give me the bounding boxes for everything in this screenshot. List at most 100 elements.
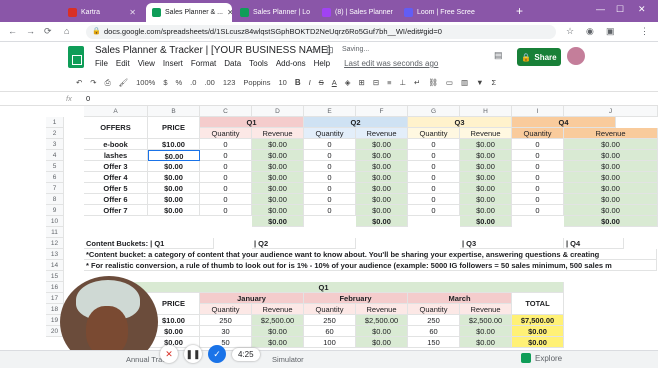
quantity-cell[interactable]: 0 <box>408 150 460 161</box>
quantity-cell[interactable]: 0 <box>408 183 460 194</box>
menu-addons[interactable]: Add-ons <box>276 59 306 68</box>
quantity-header[interactable]: Quantity <box>200 304 252 315</box>
revenue-cell[interactable]: $0.00 <box>564 194 658 205</box>
comments-icon[interactable]: ▤ <box>494 50 503 61</box>
last-edit-link[interactable]: Last edit was seconds ago <box>344 59 438 68</box>
revenue-cell[interactable]: $0.00 <box>252 326 304 337</box>
quantity-cell[interactable]: 0 <box>200 150 252 161</box>
font-size-select[interactable]: 10 <box>278 78 286 87</box>
revenue-cell[interactable]: $0.00 <box>564 172 658 183</box>
decrease-decimal-button[interactable]: .0 <box>190 78 196 87</box>
revenue-cell[interactable]: $0.00 <box>460 194 512 205</box>
revenue-cell[interactable]: $0.00 <box>252 194 304 205</box>
offers-header[interactable]: OFFERS <box>84 117 148 139</box>
row-header[interactable]: 12 <box>46 238 64 249</box>
home-icon[interactable]: ⌂ <box>64 26 69 36</box>
quantity-cell[interactable]: 0 <box>200 183 252 194</box>
bucket-q2[interactable]: | Q2 <box>252 238 356 249</box>
offer-cell[interactable]: e-book <box>84 139 148 150</box>
quantity-cell[interactable]: 0 <box>512 194 564 205</box>
browser-tab[interactable]: (8) | Sales Planner✕ <box>316 3 396 22</box>
revenue-cell[interactable]: $0.00 <box>460 139 512 150</box>
browser-menu-icon[interactable]: ⋮ <box>640 26 649 37</box>
quantity-cell[interactable]: 0 <box>304 172 356 183</box>
fill-color-icon[interactable]: ◈ <box>345 78 351 87</box>
total-cell[interactable]: $0.00 <box>512 326 564 337</box>
revenue-cell[interactable]: $0.00 <box>460 150 512 161</box>
row-header[interactable]: 9 <box>46 205 64 216</box>
revenue-cell[interactable]: $2,500.00 <box>356 315 408 326</box>
revenue-cell[interactable]: $0.00 <box>564 139 658 150</box>
menu-insert[interactable]: Insert <box>163 59 183 68</box>
row-header[interactable]: 15 <box>46 271 64 282</box>
row-header[interactable]: 8 <box>46 194 64 205</box>
q1-banner[interactable]: Q1 <box>84 282 564 293</box>
column-header[interactable]: G <box>408 106 460 117</box>
extension-icon[interactable]: ▣ <box>606 26 615 37</box>
merge-cells-icon[interactable]: ⊟ <box>373 78 379 87</box>
revenue-header[interactable]: Revenue <box>252 304 304 315</box>
revenue-total-cell[interactable]: $0.00 <box>252 216 304 227</box>
quantity-cell[interactable]: 0 <box>200 139 252 150</box>
month-header[interactable]: January <box>200 293 304 304</box>
bucket-q3[interactable]: | Q3 <box>460 238 564 249</box>
revenue-cell[interactable]: $0.00 <box>460 205 512 216</box>
quantity-cell[interactable]: 0 <box>200 172 252 183</box>
sheets-logo-icon[interactable] <box>68 46 84 68</box>
price-cell[interactable]: $0.00 <box>148 172 200 183</box>
total-cell[interactable]: $7,500.00 <box>512 315 564 326</box>
column-header[interactable]: C <box>200 106 252 117</box>
font-select[interactable]: Poppins <box>243 78 270 87</box>
share-button[interactable]: 🔒 Share <box>517 48 561 66</box>
bucket-q4[interactable]: | Q4 <box>564 238 624 249</box>
quantity-cell[interactable]: 0 <box>304 139 356 150</box>
revenue-cell[interactable]: $0.00 <box>252 205 304 216</box>
revenue-cell[interactable]: $0.00 <box>252 139 304 150</box>
quantity-cell[interactable]: 150 <box>408 337 460 348</box>
text-color-button[interactable]: A <box>332 78 337 87</box>
close-window-icon[interactable]: ✕ <box>638 4 646 15</box>
close-icon[interactable]: ✕ <box>227 8 232 17</box>
explore-button[interactable]: Explore <box>521 353 562 363</box>
revenue-cell[interactable]: $0.00 <box>564 150 658 161</box>
menu-data[interactable]: Data <box>224 59 241 68</box>
revenue-cell[interactable]: $2,500.00 <box>460 315 512 326</box>
offer-cell[interactable]: Offer 7 <box>84 205 148 216</box>
revenue-total-cell[interactable]: $0.00 <box>564 216 658 227</box>
row-header[interactable]: 11 <box>46 227 64 238</box>
quantity-cell[interactable]: 0 <box>304 161 356 172</box>
quantity-cell[interactable]: 0 <box>200 194 252 205</box>
quantity-cell[interactable]: 0 <box>408 139 460 150</box>
total-header[interactable]: TOTAL <box>512 293 564 315</box>
row-header[interactable]: 6 <box>46 172 64 183</box>
quantity-cell[interactable]: 30 <box>200 326 252 337</box>
menu-help[interactable]: Help <box>314 59 330 68</box>
increase-decimal-button[interactable]: .00 <box>204 78 214 87</box>
revenue-header[interactable]: Revenue <box>564 128 658 139</box>
content-buckets-label[interactable]: Content Buckets: | Q1 <box>84 238 214 249</box>
price-cell[interactable]: $0.00 <box>148 205 200 216</box>
quantity-cell[interactable]: 0 <box>512 172 564 183</box>
quantity-cell[interactable]: 0 <box>512 205 564 216</box>
offer-cell[interactable]: Offer 6 <box>84 194 148 205</box>
revenue-cell[interactable]: $0.00 <box>356 194 408 205</box>
revenue-header[interactable]: Revenue <box>460 128 512 139</box>
revenue-cell[interactable]: $0.00 <box>252 183 304 194</box>
quantity-cell[interactable]: 0 <box>304 194 356 205</box>
price-cell[interactable]: $0.00 <box>148 183 200 194</box>
comment-icon[interactable]: ▭ <box>446 78 453 87</box>
note-conversion[interactable]: * For realistic conversion, a rule of th… <box>84 260 657 271</box>
quantity-cell[interactable]: 60 <box>304 326 356 337</box>
revenue-cell[interactable]: $0.00 <box>460 337 512 348</box>
revenue-cell[interactable]: $0.00 <box>564 161 658 172</box>
column-header[interactable]: H <box>460 106 512 117</box>
price-cell[interactable]: $0.00 <box>148 161 200 172</box>
more-formats-button[interactable]: 123 <box>223 78 236 87</box>
quantity-cell[interactable]: 0 <box>408 194 460 205</box>
quarter-header[interactable]: Q1 <box>200 117 304 128</box>
quarter-header[interactable]: Q2 <box>304 117 408 128</box>
percent-format-button[interactable]: % <box>175 78 182 87</box>
quantity-cell[interactable]: 0 <box>512 139 564 150</box>
menu-edit[interactable]: Edit <box>116 59 130 68</box>
revenue-header[interactable]: Revenue <box>460 304 512 315</box>
